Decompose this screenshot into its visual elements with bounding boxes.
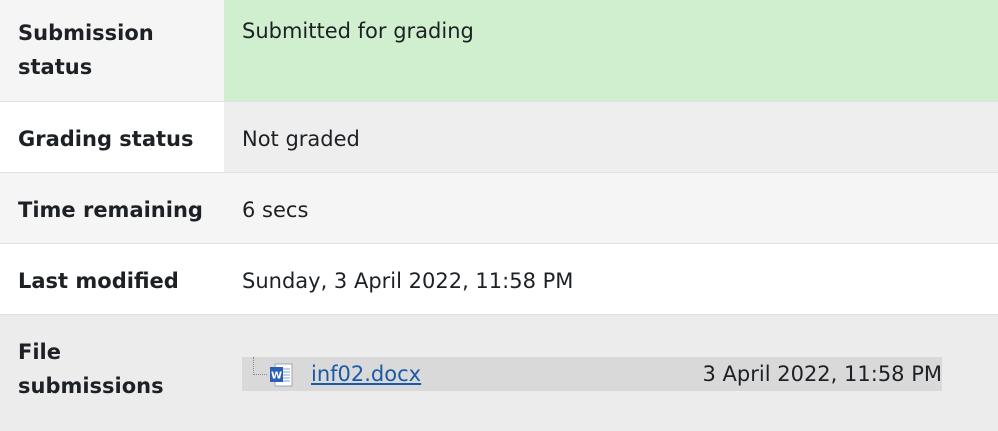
submission-status-label: Submission status (0, 0, 224, 102)
grading-status-label: Grading status (0, 101, 224, 173)
file-submissions-row: File submissions W inf02.docx 3 April 20… (0, 314, 998, 431)
submission-status-row: Submission status Submitted for grading (0, 0, 998, 102)
file-date: 3 April 2022, 11:58 PM (702, 361, 942, 386)
last-modified-row: Last modified Sunday, 3 April 2022, 11:5… (0, 243, 998, 315)
svg-text:W: W (271, 370, 282, 381)
time-remaining-label: Time remaining (0, 172, 224, 244)
last-modified-value: Sunday, 3 April 2022, 11:58 PM (224, 243, 998, 315)
file-submissions-label: File submissions (0, 314, 224, 431)
file-tree-item: W inf02.docx 3 April 2022, 11:58 PM (242, 356, 942, 391)
submission-status-value: Submitted for grading (224, 0, 998, 102)
last-modified-label: Last modified (0, 243, 224, 315)
tree-connector (253, 356, 267, 375)
file-submissions-value: W inf02.docx 3 April 2022, 11:58 PM (224, 314, 998, 431)
word-document-icon[interactable]: W (269, 363, 293, 387)
submission-status-table: Submission status Submitted for grading … (0, 0, 998, 431)
grading-status-value: Not graded (224, 101, 998, 173)
file-link[interactable]: inf02.docx (311, 357, 421, 391)
time-remaining-value: 6 secs (224, 172, 998, 244)
time-remaining-row: Time remaining 6 secs (0, 172, 998, 244)
grading-status-row: Grading status Not graded (0, 101, 998, 173)
